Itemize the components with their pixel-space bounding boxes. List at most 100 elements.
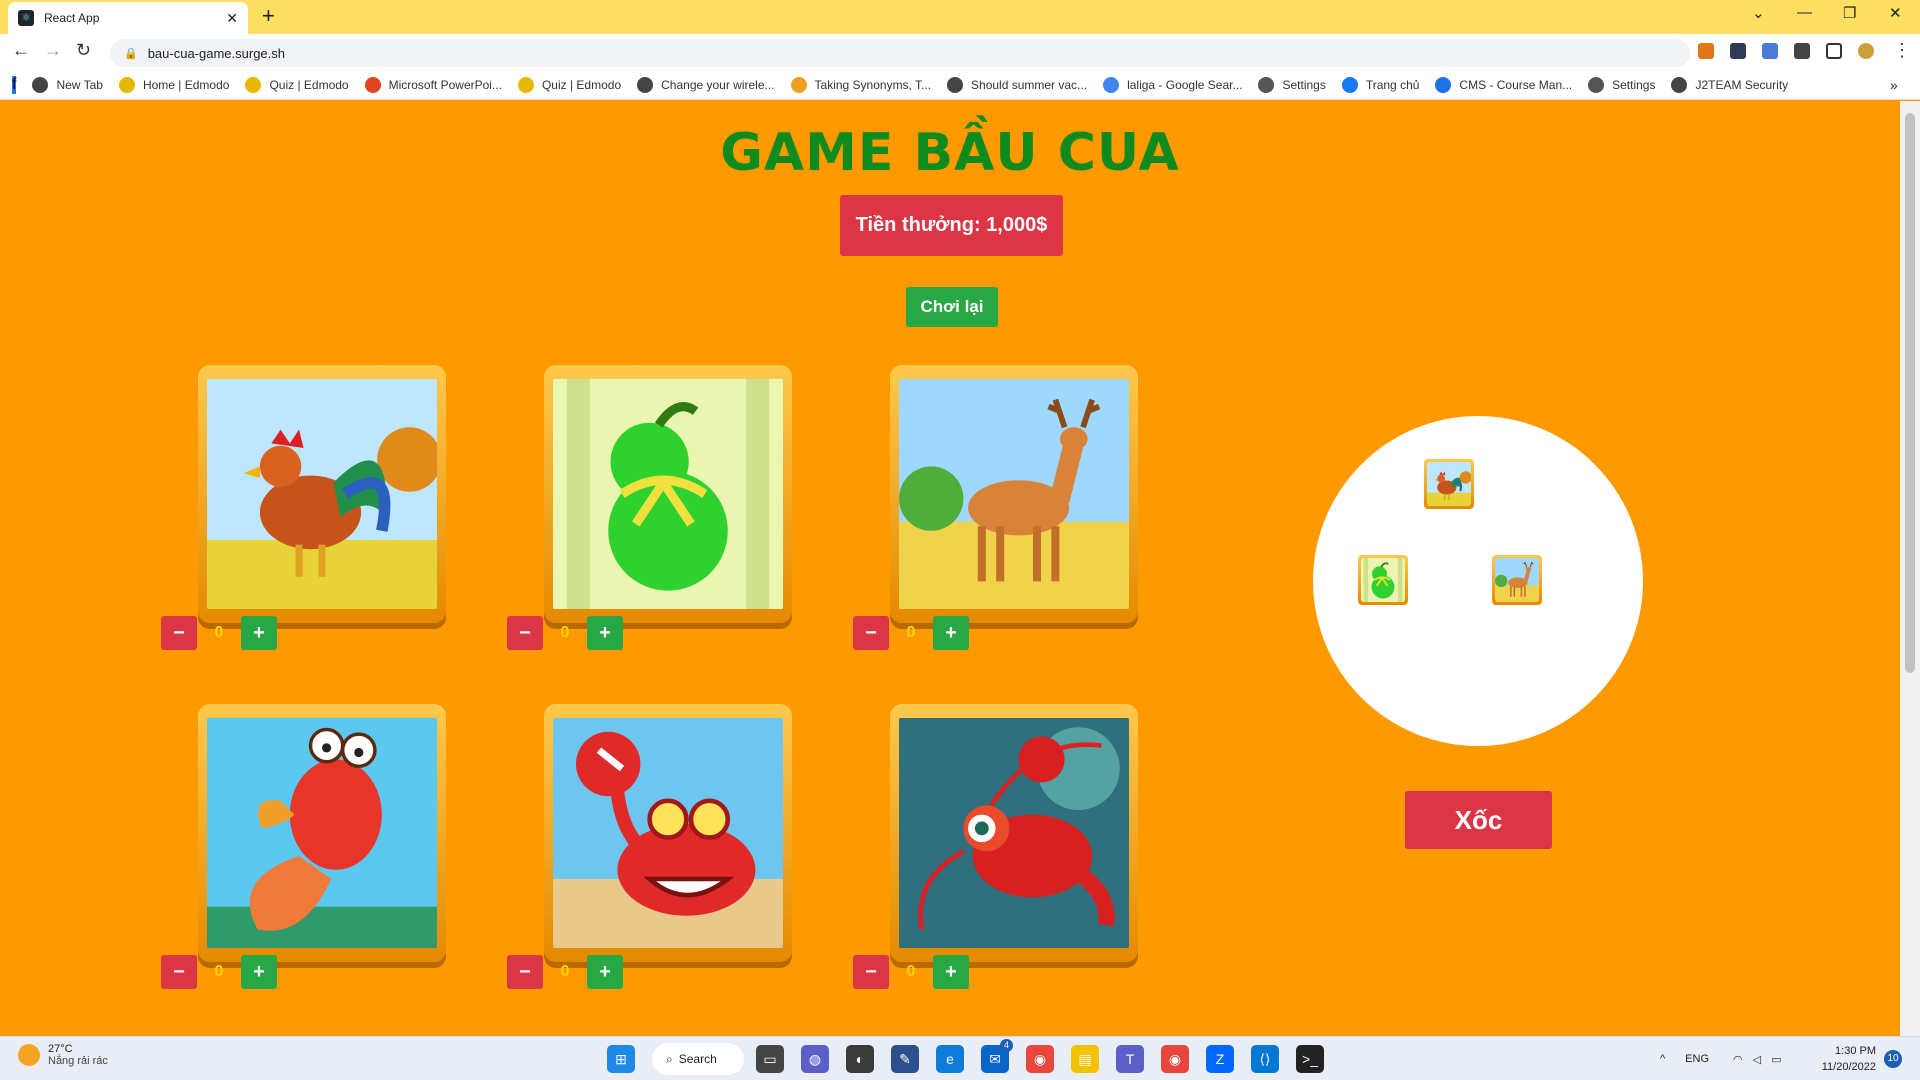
increase-bet-button[interactable]: + [933, 616, 969, 650]
bet-controls-fish: −0 + [161, 955, 277, 989]
deer-icon [1495, 558, 1539, 602]
terminal-icon[interactable]: >_ [1296, 1045, 1324, 1073]
lobster-icon [899, 713, 1129, 953]
bookmark-item[interactable]: CMS - Course Man... [1435, 76, 1572, 93]
bookmarks-overflow-button[interactable]: » [1890, 77, 1898, 93]
bookmark-item[interactable]: Settings [1258, 76, 1326, 93]
browser-menu-icon[interactable]: ⋮ [1893, 40, 1911, 61]
increase-bet-button[interactable]: + [587, 616, 623, 650]
increase-bet-button[interactable]: + [933, 955, 969, 989]
translate-extension-icon[interactable] [1762, 43, 1778, 59]
profile-avatar[interactable] [1858, 43, 1874, 59]
url-text: bau-cua-game.surge.sh [147, 45, 286, 61]
decrease-bet-button[interactable]: − [507, 616, 543, 650]
close-tab-icon[interactable]: ✕ [226, 10, 238, 27]
address-bar[interactable]: 🔒 bau-cua-game.surge.sh [110, 39, 1690, 67]
bookmark-favicon-icon [1671, 76, 1688, 93]
animal-card-fish[interactable] [198, 704, 446, 962]
side-panel-icon[interactable] [1826, 43, 1842, 59]
zalo-icon[interactable]: Z [1206, 1045, 1234, 1073]
shake-button[interactable]: Xốc [1405, 791, 1552, 849]
teams-icon[interactable]: T [1116, 1045, 1144, 1073]
decrease-bet-button[interactable]: − [507, 955, 543, 989]
bookmark-favicon-icon [517, 76, 534, 93]
bookmark-favicon-icon [245, 76, 262, 93]
reload-icon[interactable]: ↻ [76, 40, 91, 61]
task-view-icon[interactable]: ▭ [756, 1045, 784, 1073]
new-tab-button[interactable]: + [262, 5, 275, 27]
bookmark-item[interactable]: Home | Edmodo [118, 76, 229, 93]
browser-tab[interactable]: ⚛ React App ✕ [8, 2, 248, 34]
animal-card-rooster[interactable] [198, 365, 446, 623]
animal-card-crab[interactable] [544, 704, 792, 962]
mail-icon[interactable]: ✉ 4 [981, 1039, 1013, 1073]
deer-icon [899, 374, 1129, 614]
bet-controls-rooster: −0 + [161, 616, 277, 650]
animal-card-lobster[interactable] [890, 704, 1138, 962]
bet-count: 0 [560, 624, 570, 641]
decrease-bet-button[interactable]: − [853, 616, 889, 650]
chrome-icon[interactable]: ◉ [1026, 1045, 1054, 1073]
bookmark-item[interactable]: Microsoft PowerPoi... [364, 76, 502, 93]
bookmark-item[interactable]: laliga - Google Sear... [1103, 76, 1242, 93]
weather-widget[interactable]: 27°C Nắng rải rác [18, 1043, 108, 1067]
animal-card-deer[interactable] [890, 365, 1138, 623]
minimize-button[interactable]: — [1797, 4, 1812, 21]
file-explorer-icon[interactable]: ▤ [1071, 1045, 1099, 1073]
increase-bet-button[interactable]: + [587, 955, 623, 989]
bookmark-item[interactable]: Settings [1588, 76, 1656, 93]
bookmark-favicon-icon [118, 76, 135, 93]
bookmark-label: Settings [1612, 77, 1656, 92]
restore-button[interactable]: ❐ [1843, 4, 1856, 22]
app-icon[interactable]: ◐ [846, 1045, 874, 1073]
bookmark-favicon-icon [1341, 76, 1358, 93]
bookmark-item[interactable]: J2TEAM Security [1671, 76, 1789, 93]
back-arrow-icon[interactable]: ← [12, 40, 30, 61]
facebook-bookmark-icon[interactable]: f [12, 75, 17, 94]
wifi-icon[interactable]: ◠ [1733, 1053, 1743, 1066]
notification-badge[interactable]: 10 [1884, 1050, 1902, 1068]
increase-bet-button[interactable]: + [241, 955, 277, 989]
extensions-puzzle-icon[interactable] [1794, 43, 1810, 59]
animal-card-gourd[interactable] [544, 365, 792, 623]
scrollbar-thumb[interactable] [1905, 113, 1915, 673]
bookmark-item[interactable]: Quiz | Edmodo [517, 76, 621, 93]
increase-bet-button[interactable]: + [241, 616, 277, 650]
teams-chat-icon[interactable]: ◍ [801, 1045, 829, 1073]
bookmark-item[interactable]: Taking Synonyms, T... [790, 76, 931, 93]
taskbar-search[interactable]: ⌕ Search [652, 1043, 744, 1075]
edge-browser-icon[interactable]: e [936, 1045, 964, 1073]
chevron-up-icon[interactable]: ^ [1660, 1053, 1665, 1065]
metamask-extension-icon[interactable] [1698, 43, 1714, 59]
page-scrollbar[interactable] [1900, 101, 1920, 1036]
bookmark-item[interactable]: Quiz | Edmodo [245, 76, 349, 93]
vscode-icon[interactable]: ⟨⟩ [1251, 1045, 1279, 1073]
taskbar-search-label: Search [678, 1052, 717, 1066]
volume-icon[interactable]: ◁ [1753, 1053, 1761, 1066]
tab-search-icon[interactable]: ⌄ [1752, 4, 1765, 22]
gourd-icon [1361, 558, 1405, 602]
bookmark-label: New Tab [56, 77, 103, 92]
bet-controls-gourd: −0 + [507, 616, 623, 650]
bookmark-label: J2TEAM Security [1695, 77, 1789, 92]
bookmark-item[interactable]: New Tab [32, 76, 103, 93]
app-icon[interactable]: ✎ [891, 1045, 919, 1073]
replay-button[interactable]: Chơi lại [906, 287, 998, 327]
bookmarks-bar: f New Tab Home | Edmodo Quiz | Edmodo Micro… [0, 70, 1920, 100]
react-devtools-extension-icon[interactable] [1730, 43, 1746, 59]
decrease-bet-button[interactable]: − [161, 955, 197, 989]
bookmark-item[interactable]: Change your wirele... [637, 76, 775, 93]
windows-start-icon[interactable]: ⊞ [607, 1045, 635, 1073]
chrome-profile-icon[interactable]: ◉ [1161, 1045, 1189, 1073]
bookmark-item[interactable]: Should summer vac... [947, 76, 1087, 93]
clock[interactable]: 1:30 PM 11/20/2022 [1810, 1043, 1876, 1075]
language-indicator[interactable]: ENG [1685, 1053, 1709, 1065]
bookmark-item[interactable]: Trang chủ [1341, 76, 1419, 93]
search-icon: ⌕ [666, 1051, 673, 1066]
close-window-button[interactable]: ✕ [1889, 4, 1902, 22]
bookmark-favicon-icon [32, 76, 49, 93]
forward-arrow-icon[interactable]: → [44, 40, 62, 61]
decrease-bet-button[interactable]: − [853, 955, 889, 989]
decrease-bet-button[interactable]: − [161, 616, 197, 650]
battery-icon[interactable]: ▭ [1771, 1053, 1781, 1066]
